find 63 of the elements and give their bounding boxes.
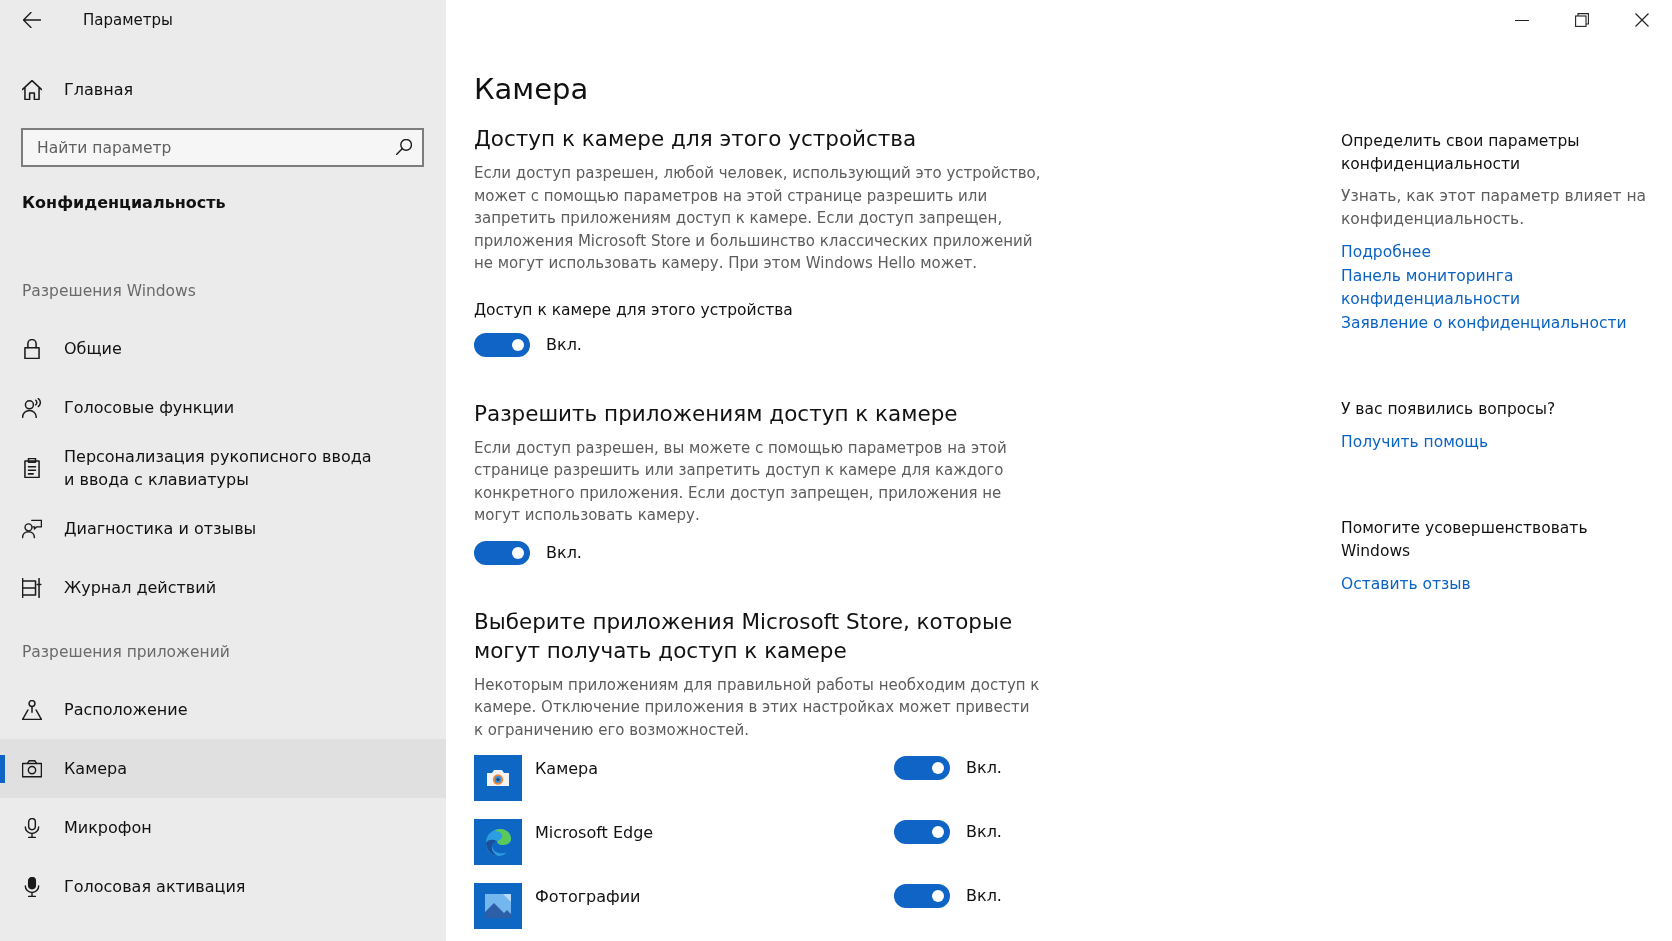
section-heading: Доступ к камере для этого устройства [474, 125, 918, 153]
section-description: Некоторым приложениям для правильной работы необходим доступ к камере. Отключение приложения в этих настройках может привести к ограничению его возможностей. [474, 674, 1041, 741]
lock-icon [22, 338, 42, 359]
sidebar-item[interactable]: Микрофон [0, 798, 446, 857]
section-description: Если доступ разрешен, вы можете с помощью параметров на этой странице разрешить или запретить доступ к камере для каждого конкретного приложения. Если доступ запрещен, приложения не могут использовать камеру. [474, 437, 1008, 526]
toggle-state-label: Вкл. [546, 541, 582, 564]
section-description: Если доступ разрешен, любой человек, использующий это устройство, может с помощью параметров на этой странице разрешить или запретить приложениям доступ к камере. Если доступ запрещен, приложения Microsoft Store и большинство классических приложений не могут использовать камеру. При этом Windows Hello может. [474, 163, 1042, 274]
sidebar-item[interactable]: Журнал действий [0, 558, 446, 617]
camera-icon [22, 758, 42, 779]
category-title: Конфиденциальность [21, 192, 227, 214]
swirl-app-icon [474, 819, 522, 865]
toggle-switch[interactable] [474, 540, 530, 565]
link[interactable]: Получить помощь [1341, 431, 1659, 454]
panel-heading: Определить свои параметры конфиденциальности [1341, 131, 1581, 175]
toggle-label: Доступ к камере для этого устройства [474, 299, 794, 321]
sidebar-item[interactable]: Общие [0, 319, 446, 378]
link[interactable]: Заявление о конфиденциальности [1341, 312, 1659, 335]
location-icon [22, 699, 42, 720]
toggle-state-label: Вкл. [966, 885, 1002, 907]
search-icon [396, 139, 412, 155]
panel-heading: Помогите усовершенствовать Windows [1341, 518, 1589, 562]
microphone-icon [22, 817, 42, 838]
section-heading: Разрешить приложениям доступ к камере [474, 399, 959, 428]
app-name: Фотографии [535, 886, 642, 908]
camera-app-icon [474, 755, 522, 801]
link[interactable]: Оставить отзыв [1341, 573, 1659, 596]
sidebar-item[interactable]: Камера [0, 739, 446, 798]
toggle-state-label: Вкл. [966, 821, 1002, 843]
sidebar-item[interactable]: Расположение [0, 680, 446, 739]
microphone-icon [22, 876, 42, 897]
link[interactable]: Панель мониторинга конфиденциальности [1341, 265, 1659, 311]
minimize-icon [1515, 19, 1529, 21]
sidebar-item[interactable]: Диагностика и отзывы [0, 499, 446, 558]
toggle-switch[interactable] [894, 884, 950, 908]
toggle-switch[interactable] [894, 756, 950, 780]
toggle-state-label: Вкл. [966, 757, 1002, 779]
toggle-switch[interactable] [474, 332, 530, 357]
page-title: Камера [474, 71, 590, 108]
panel-text: Узнать, как этот параметр влияет на конфиденциальность. [1341, 186, 1648, 230]
landscape-app-icon [474, 883, 522, 929]
home-nav-item[interactable]: Главная [0, 60, 446, 119]
sidebar-item[interactable]: Голосовая активация [0, 857, 446, 916]
group-heading: Разрешения приложений [21, 642, 231, 663]
restore-icon [1575, 13, 1589, 27]
toggle-switch[interactable] [894, 820, 950, 844]
person-speech-icon [22, 397, 42, 418]
back-arrow-icon [23, 12, 41, 28]
window-title: Параметры [83, 10, 173, 31]
sidebar-item[interactable]: Персонализация рукописного ввода и ввода с клавиатуры [0, 437, 446, 499]
person-chat-icon [22, 518, 42, 539]
sidebar-item[interactable]: Голосовые функции [0, 378, 446, 437]
link[interactable]: Подробнее [1341, 241, 1659, 264]
panel-heading: У вас появились вопросы? [1341, 399, 1557, 420]
section-heading: Выберите приложения Microsoft Store, которые могут получать доступ к камере [474, 607, 1014, 665]
app-name: Microsoft Edge [535, 822, 655, 844]
toggle-state-label: Вкл. [546, 333, 582, 356]
close-icon [1635, 13, 1649, 27]
timeline-icon [22, 577, 42, 598]
home-icon [22, 79, 42, 100]
group-heading: Разрешения Windows [21, 281, 197, 302]
search-field[interactable]: Найти параметр [21, 128, 424, 167]
clipboard-icon [22, 458, 42, 478]
app-name: Камера [535, 758, 600, 780]
